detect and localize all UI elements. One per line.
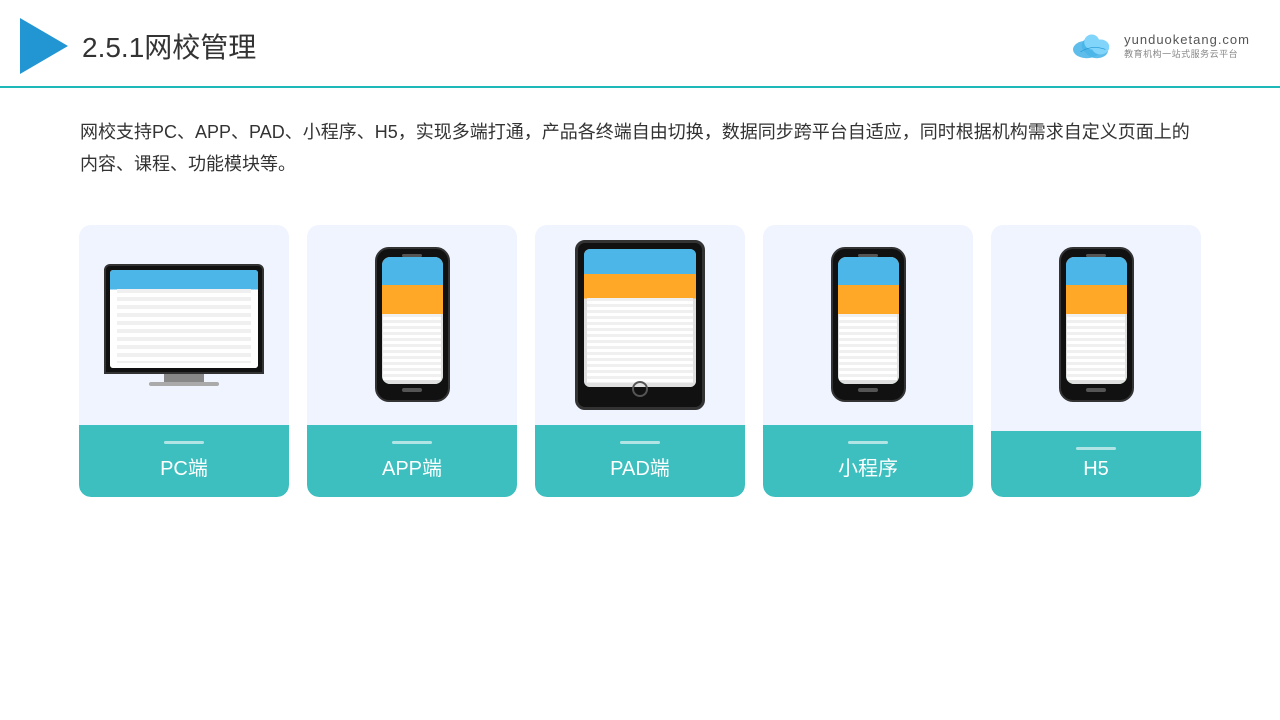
card-app-label: APP端 [307,425,517,497]
card-miniprogram-label: 小程序 [763,425,973,497]
tablet-screen [584,249,696,387]
brand-name: yunduoketang.com [1124,32,1250,47]
card-pc: PC端 [79,225,289,497]
card-miniprogram: 小程序 [763,225,973,497]
card-label-bar-h5 [1076,447,1116,450]
card-app-image [307,225,517,425]
card-pad-label: PAD端 [535,425,745,497]
phone-home-btn-mini [858,388,878,392]
device-phone-mini [831,247,906,402]
header-left: 2.5.1网校管理 [20,18,256,74]
phone-screen-mini [838,257,899,384]
phone-screen-content-app [382,257,443,384]
card-label-bar-mini [848,441,888,444]
card-pad: PAD端 [535,225,745,497]
description-text: 网校支持PC、APP、PAD、小程序、H5，实现多端打通，产品各终端自由切换，数… [0,88,1280,191]
device-phone-app [375,247,450,402]
pc-screen-content [110,270,258,368]
card-app: APP端 [307,225,517,497]
cards-container: PC端 APP端 PAD端 [0,201,1280,521]
header: 2.5.1网校管理 yunduoketang.com 教育机构一站式服务云平台 [0,0,1280,88]
phone-screen-content-h5 [1066,257,1127,384]
card-pc-image [79,225,289,425]
card-h5-label: H5 [991,431,1201,497]
page-title: 2.5.1网校管理 [82,26,256,66]
brand-logo: yunduoketang.com 教育机构一站式服务云平台 [1068,31,1250,61]
device-tablet [575,240,705,410]
card-miniprogram-image [763,225,973,425]
tablet-screen-content [584,249,696,387]
pc-base [149,382,219,386]
card-h5-image [991,225,1201,425]
brand-text: yunduoketang.com 教育机构一站式服务云平台 [1124,32,1250,60]
device-pc [104,264,264,386]
card-label-bar-pad [620,441,660,444]
card-h5: H5 [991,225,1201,497]
card-label-bar-app [392,441,432,444]
pc-screen-outer [104,264,264,374]
phone-screen-content-mini [838,257,899,384]
pc-stand [164,374,204,382]
card-pad-image [535,225,745,425]
device-phone-h5 [1059,247,1134,402]
card-pc-label: PC端 [79,425,289,497]
pc-screen-inner [110,270,258,368]
phone-home-btn-app [402,388,422,392]
brand-tagline: 教育机构一站式服务云平台 [1124,47,1250,60]
phone-home-btn-h5 [1086,388,1106,392]
phone-screen-h5 [1066,257,1127,384]
logo-triangle-icon [20,18,68,74]
phone-screen-app [382,257,443,384]
card-label-bar [164,441,204,444]
brand-icon-area: yunduoketang.com 教育机构一站式服务云平台 [1068,31,1250,61]
cloud-icon [1068,31,1118,61]
